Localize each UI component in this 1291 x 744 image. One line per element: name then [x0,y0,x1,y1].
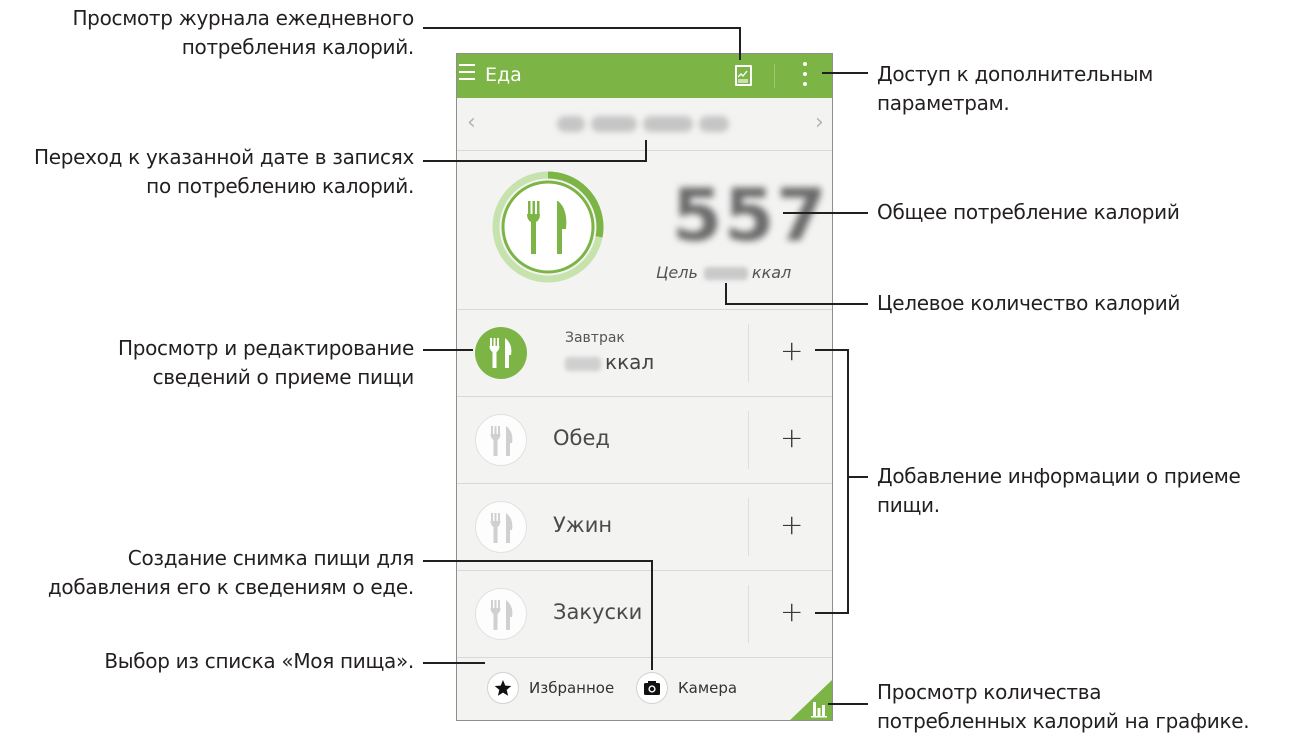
goal-prefix: Цель [656,263,698,282]
snacks-meal-icon[interactable] [475,588,527,640]
meal-label-snacks: Закуски [553,600,643,624]
leader-line-more-options [822,72,868,74]
add-lunch-button[interactable]: + [780,421,803,455]
leader-line-add-meal-v [847,349,849,614]
breakfast-kcal: ккал [565,350,654,374]
leader-line-goal-v [725,283,727,305]
camera-icon [636,672,668,704]
callout-meal-details: Просмотр и редактирование сведений о при… [117,336,414,389]
leader-line-add-meal-bottom [815,612,849,614]
lunch-meal-icon[interactable] [475,414,527,466]
leader-line-add-meal [847,476,868,478]
add-breakfast-button[interactable]: + [780,334,803,368]
calorie-progress-ring [492,171,604,283]
dinner-meal-icon[interactable] [475,501,527,553]
leader-line-journal [423,27,741,29]
leader-line-date [423,160,647,162]
camera-button[interactable]: Камера [636,672,756,704]
meal-row-snacks[interactable]: Закуски + [457,571,832,658]
meal-row-breakfast[interactable]: Завтрак ккал + [457,310,832,397]
graph-button[interactable] [788,680,832,721]
callout-my-food: Выбор из списка «Моя пища». [104,649,414,673]
leader-line-my-food [423,662,485,664]
callout-total: Общее потребление калорий [877,200,1180,224]
more-options-icon[interactable] [802,62,808,90]
journal-icon[interactable] [735,65,752,86]
date-label[interactable] [557,113,737,133]
leader-line-meal-details [423,349,473,351]
app-title: Еда [485,64,522,86]
leader-line-date-v [645,140,647,162]
divider [748,585,749,643]
meal-label-dinner: Ужин [553,513,613,537]
menu-icon[interactable] [459,64,477,86]
goal-calories: Цель ккал [656,263,791,282]
callout-journal: Просмотр журнала ежедневного потребления… [72,6,414,59]
next-date-button[interactable]: › [815,110,824,135]
callout-more-options: Доступ к дополнительным параметрам. [877,62,1154,115]
total-calories: 557 [672,173,829,257]
leader-line-photo [423,560,653,562]
leader-line-goal [727,303,868,305]
callout-photo: Создание снимка пищи для добавления его … [47,546,414,599]
breakfast-meal-icon[interactable] [475,327,527,379]
leader-line-journal-v [739,27,741,60]
bottom-bar: Избранное Камера [457,656,832,721]
favorites-button[interactable]: Избранное [487,672,627,704]
leader-line-graph [828,703,868,705]
leader-line-total [783,212,868,214]
leader-line-photo-v [651,560,653,670]
divider [748,498,749,556]
meal-label-breakfast: Завтрак [565,330,625,346]
callout-graph: Просмотр количества потребленных калорий… [877,680,1250,733]
callout-goal: Целевое количество калорий [877,291,1181,315]
camera-label: Камера [678,679,738,697]
callout-add-meal: Добавление информации о приеме пищи. [877,464,1241,517]
app-bar: Еда [457,54,832,98]
leader-line-add-meal-top [815,349,849,351]
star-icon [487,672,519,704]
previous-date-button[interactable]: ‹ [467,110,476,135]
app-bar-divider [774,64,775,88]
goal-unit: ккал [751,263,792,282]
divider [748,324,749,382]
add-snacks-button[interactable]: + [780,595,803,629]
calorie-summary: 557 Цель ккал [457,151,832,310]
callout-date: Переход к указанной дате в записях по по… [33,145,414,198]
divider [748,411,749,469]
favorites-label: Избранное [529,679,615,697]
meal-row-dinner[interactable]: Ужин + [457,484,832,571]
add-dinner-button[interactable]: + [780,508,803,542]
meal-label-lunch: Обед [553,426,610,450]
meal-row-lunch[interactable]: Обед + [457,397,832,484]
